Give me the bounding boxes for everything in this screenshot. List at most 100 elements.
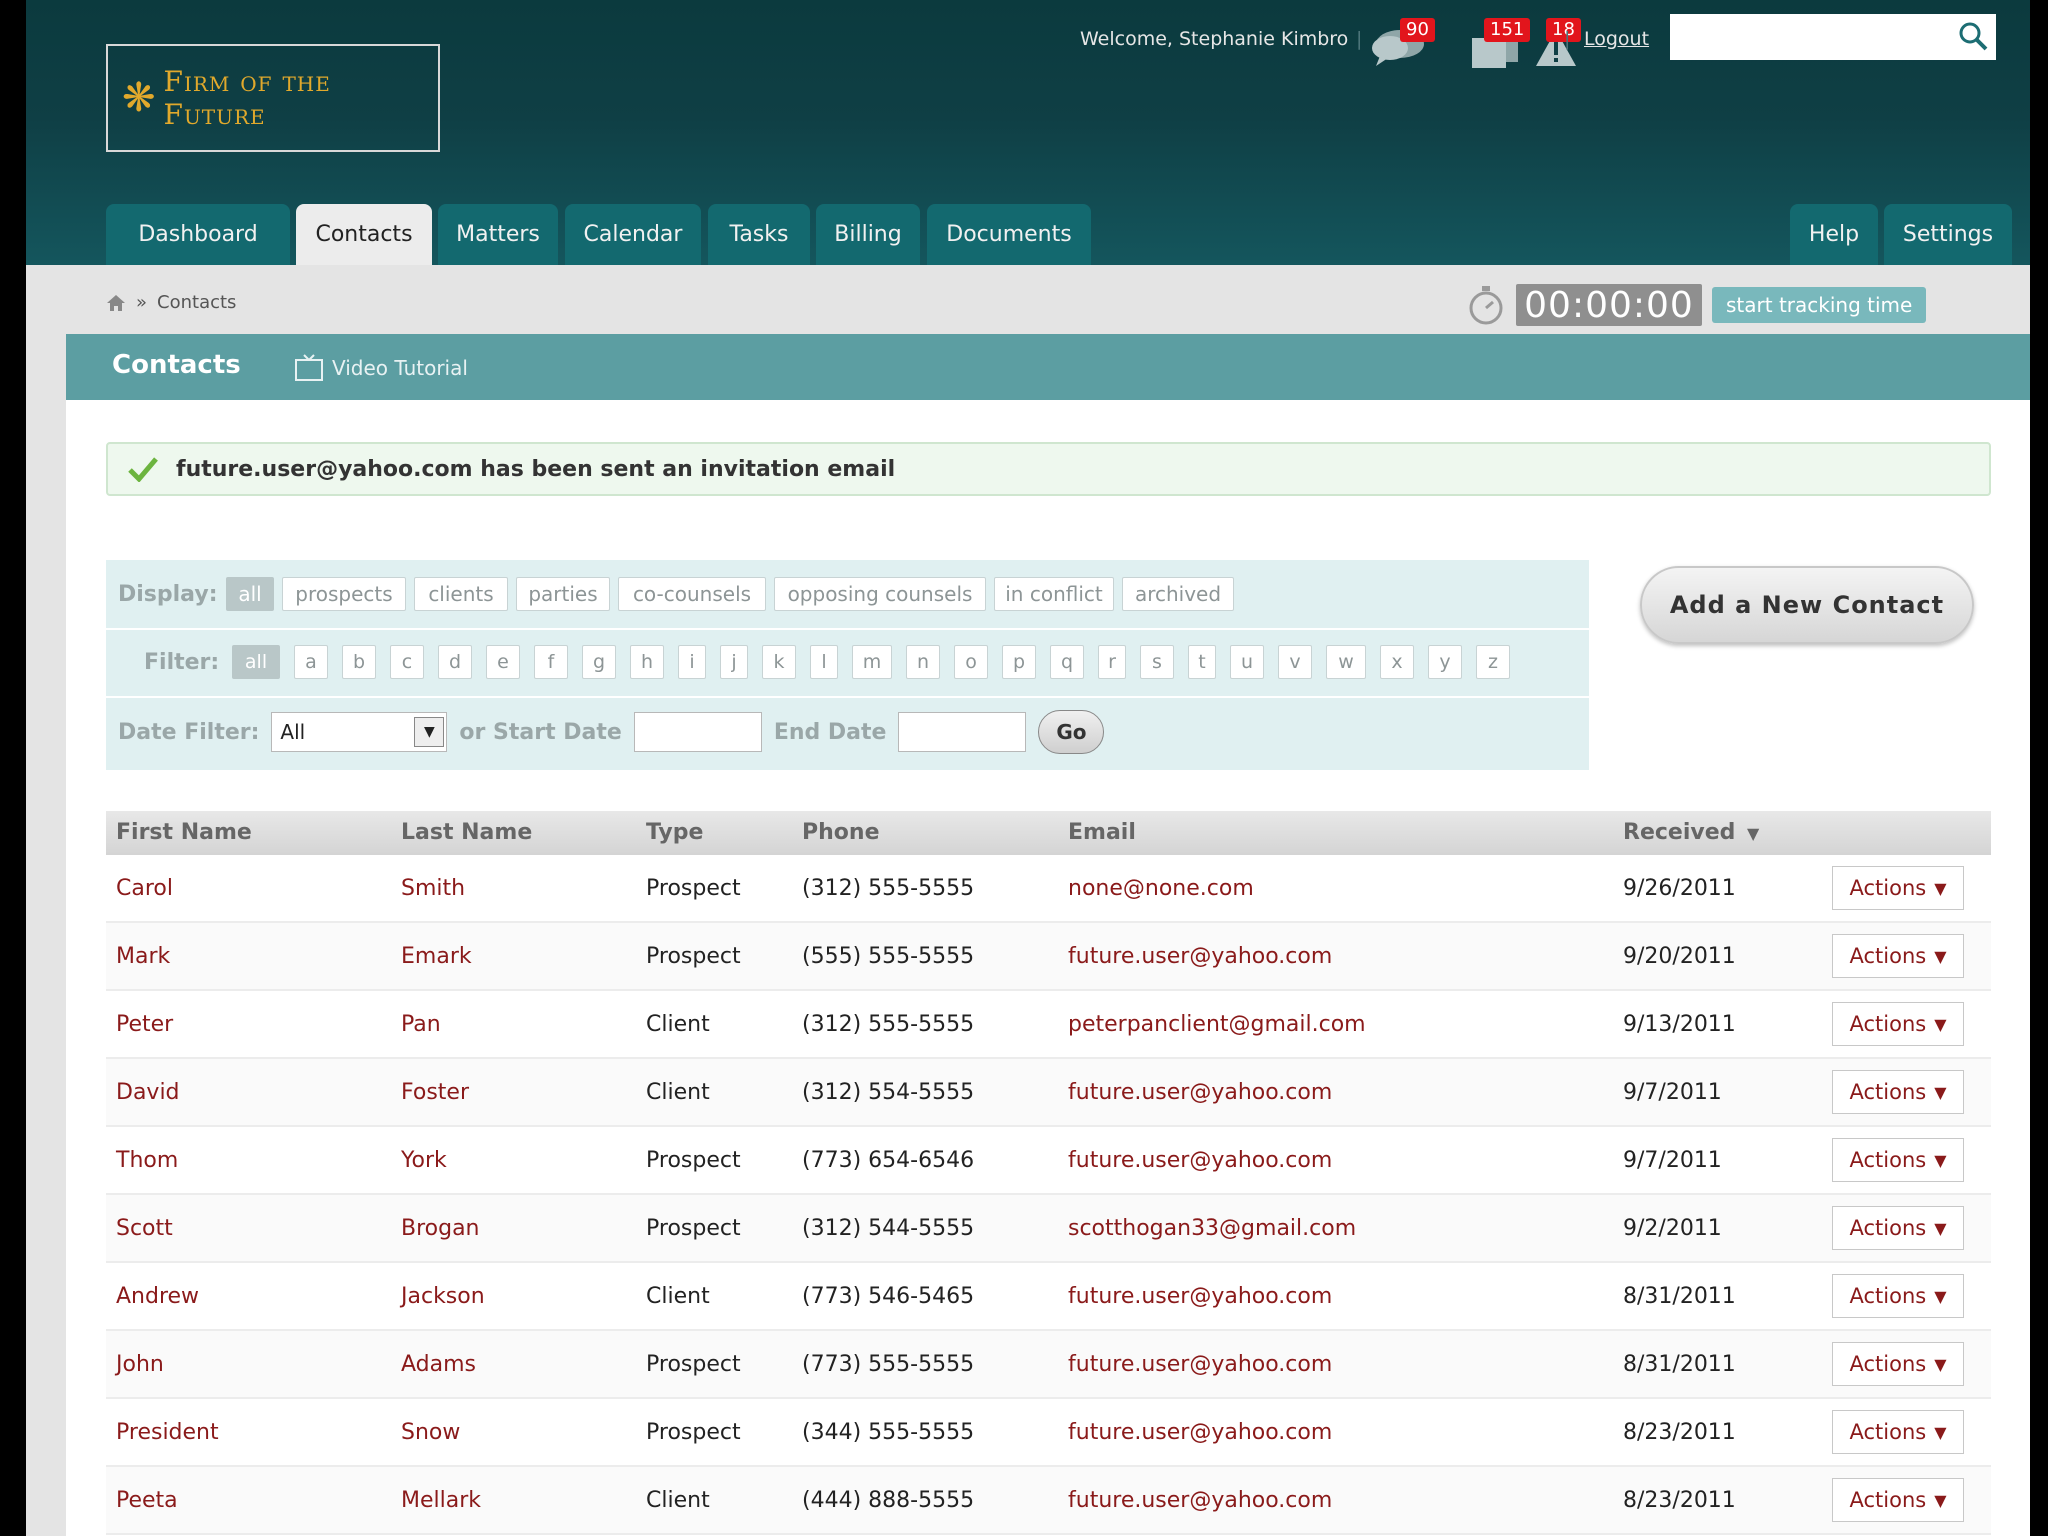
last-name-link[interactable]: Brogan xyxy=(401,1216,480,1241)
display-option-opposing-counsels[interactable]: opposing counsels xyxy=(774,577,986,611)
letter-filter-b[interactable]: b xyxy=(342,645,376,679)
last-name-link[interactable]: Pan xyxy=(401,1012,441,1037)
tab-dashboard[interactable]: Dashboard xyxy=(106,204,290,265)
letter-filter-n[interactable]: n xyxy=(906,645,940,679)
display-option-prospects[interactable]: prospects xyxy=(282,577,406,611)
home-icon[interactable] xyxy=(106,294,126,312)
first-name-link[interactable]: Andrew xyxy=(116,1284,199,1309)
search-icon[interactable] xyxy=(1958,21,1988,51)
email-link[interactable]: future.user@yahoo.com xyxy=(1068,1352,1332,1377)
letter-filter-all[interactable]: all xyxy=(232,645,280,679)
letter-filter-q[interactable]: q xyxy=(1050,645,1084,679)
letter-filter-u[interactable]: u xyxy=(1230,645,1264,679)
actions-dropdown[interactable]: Actions ▼ xyxy=(1832,934,1964,978)
column-header-type[interactable]: Type xyxy=(646,820,703,845)
actions-dropdown[interactable]: Actions ▼ xyxy=(1832,1410,1964,1454)
letter-filter-l[interactable]: l xyxy=(810,645,838,679)
add-contact-button[interactable]: Add a New Contact xyxy=(1640,566,1974,644)
first-name-link[interactable]: Peeta xyxy=(116,1488,178,1513)
display-option-in-conflict[interactable]: in conflict xyxy=(994,577,1114,611)
video-tutorial-link[interactable]: Video Tutorial xyxy=(294,354,468,382)
documents-notification[interactable]: 151 xyxy=(1470,18,1540,68)
tab-contacts[interactable]: Contacts xyxy=(296,204,432,265)
letter-filter-d[interactable]: d xyxy=(438,645,472,679)
last-name-link[interactable]: Emark xyxy=(401,944,472,969)
email-link[interactable]: future.user@yahoo.com xyxy=(1068,1148,1332,1173)
display-option-co-counsels[interactable]: co-counsels xyxy=(618,577,766,611)
email-link[interactable]: future.user@yahoo.com xyxy=(1068,1488,1332,1513)
messages-notification[interactable]: 90 xyxy=(1370,18,1440,66)
first-name-link[interactable]: David xyxy=(116,1080,180,1105)
tab-documents[interactable]: Documents xyxy=(927,204,1091,265)
actions-dropdown[interactable]: Actions ▼ xyxy=(1832,866,1964,910)
actions-dropdown[interactable]: Actions ▼ xyxy=(1832,1002,1964,1046)
first-name-link[interactable]: John xyxy=(116,1352,164,1377)
column-header-received[interactable]: Received ▼ xyxy=(1623,820,1759,845)
last-name-link[interactable]: Smith xyxy=(401,876,465,901)
letter-filter-y[interactable]: y xyxy=(1428,645,1462,679)
letter-filter-w[interactable]: w xyxy=(1326,645,1366,679)
actions-dropdown[interactable]: Actions ▼ xyxy=(1832,1070,1964,1114)
display-option-clients[interactable]: clients xyxy=(414,577,508,611)
letter-filter-o[interactable]: o xyxy=(954,645,988,679)
last-name-link[interactable]: York xyxy=(401,1148,447,1173)
letter-filter-p[interactable]: p xyxy=(1002,645,1036,679)
email-link[interactable]: future.user@yahoo.com xyxy=(1068,1284,1332,1309)
email-link[interactable]: future.user@yahoo.com xyxy=(1068,944,1332,969)
last-name-link[interactable]: Foster xyxy=(401,1080,469,1105)
letter-filter-k[interactable]: k xyxy=(762,645,796,679)
letter-filter-v[interactable]: v xyxy=(1278,645,1312,679)
actions-dropdown[interactable]: Actions ▼ xyxy=(1832,1206,1964,1250)
date-filter-select[interactable]: All ▼ xyxy=(271,712,448,752)
actions-dropdown[interactable]: Actions ▼ xyxy=(1832,1478,1964,1522)
column-header-phone[interactable]: Phone xyxy=(802,820,879,845)
actions-dropdown[interactable]: Actions ▼ xyxy=(1832,1342,1964,1386)
letter-filter-e[interactable]: e xyxy=(486,645,520,679)
letter-filter-x[interactable]: x xyxy=(1380,645,1414,679)
email-link[interactable]: peterpanclient@gmail.com xyxy=(1068,1012,1366,1037)
letter-filter-f[interactable]: f xyxy=(534,645,568,679)
column-header-email[interactable]: Email xyxy=(1068,820,1136,845)
display-option-all[interactable]: all xyxy=(226,577,274,611)
column-header-first-name[interactable]: First Name xyxy=(116,820,252,845)
search-input[interactable] xyxy=(1670,14,1950,60)
actions-dropdown[interactable]: Actions ▼ xyxy=(1832,1274,1964,1318)
letter-filter-i[interactable]: i xyxy=(678,645,706,679)
last-name-link[interactable]: Snow xyxy=(401,1420,460,1445)
letter-filter-a[interactable]: a xyxy=(294,645,328,679)
tab-matters[interactable]: Matters xyxy=(438,204,558,265)
email-link[interactable]: scotthogan33@gmail.com xyxy=(1068,1216,1356,1241)
tab-billing[interactable]: Billing xyxy=(816,204,920,265)
tab-calendar[interactable]: Calendar xyxy=(565,204,701,265)
letter-filter-c[interactable]: c xyxy=(390,645,424,679)
letter-filter-t[interactable]: t xyxy=(1188,645,1216,679)
letter-filter-m[interactable]: m xyxy=(852,645,892,679)
tab-tasks[interactable]: Tasks xyxy=(708,204,810,265)
start-tracking-button[interactable]: start tracking time xyxy=(1712,287,1927,323)
email-link[interactable]: future.user@yahoo.com xyxy=(1068,1420,1332,1445)
first-name-link[interactable]: Mark xyxy=(116,944,170,969)
first-name-link[interactable]: Carol xyxy=(116,876,173,901)
letter-filter-j[interactable]: j xyxy=(720,645,748,679)
first-name-link[interactable]: Peter xyxy=(116,1012,173,1037)
letter-filter-s[interactable]: s xyxy=(1140,645,1174,679)
letter-filter-r[interactable]: r xyxy=(1098,645,1126,679)
end-date-input[interactable] xyxy=(898,712,1027,752)
tab-help[interactable]: Help xyxy=(1790,204,1878,265)
display-option-archived[interactable]: archived xyxy=(1122,577,1234,611)
letter-filter-g[interactable]: g xyxy=(582,645,616,679)
column-header-last-name[interactable]: Last Name xyxy=(401,820,532,845)
email-link[interactable]: none@none.com xyxy=(1068,876,1254,901)
actions-dropdown[interactable]: Actions ▼ xyxy=(1832,1138,1964,1182)
email-link[interactable]: future.user@yahoo.com xyxy=(1068,1080,1332,1105)
first-name-link[interactable]: Thom xyxy=(116,1148,178,1173)
start-date-input[interactable] xyxy=(633,712,762,752)
display-option-parties[interactable]: parties xyxy=(516,577,610,611)
letter-filter-h[interactable]: h xyxy=(630,645,664,679)
last-name-link[interactable]: Adams xyxy=(401,1352,476,1377)
last-name-link[interactable]: Jackson xyxy=(401,1284,485,1309)
last-name-link[interactable]: Mellark xyxy=(401,1488,481,1513)
logo[interactable]: ❋ Firm of the Future xyxy=(106,44,440,152)
go-button[interactable]: Go xyxy=(1038,710,1105,754)
tab-settings[interactable]: Settings xyxy=(1884,204,2012,265)
